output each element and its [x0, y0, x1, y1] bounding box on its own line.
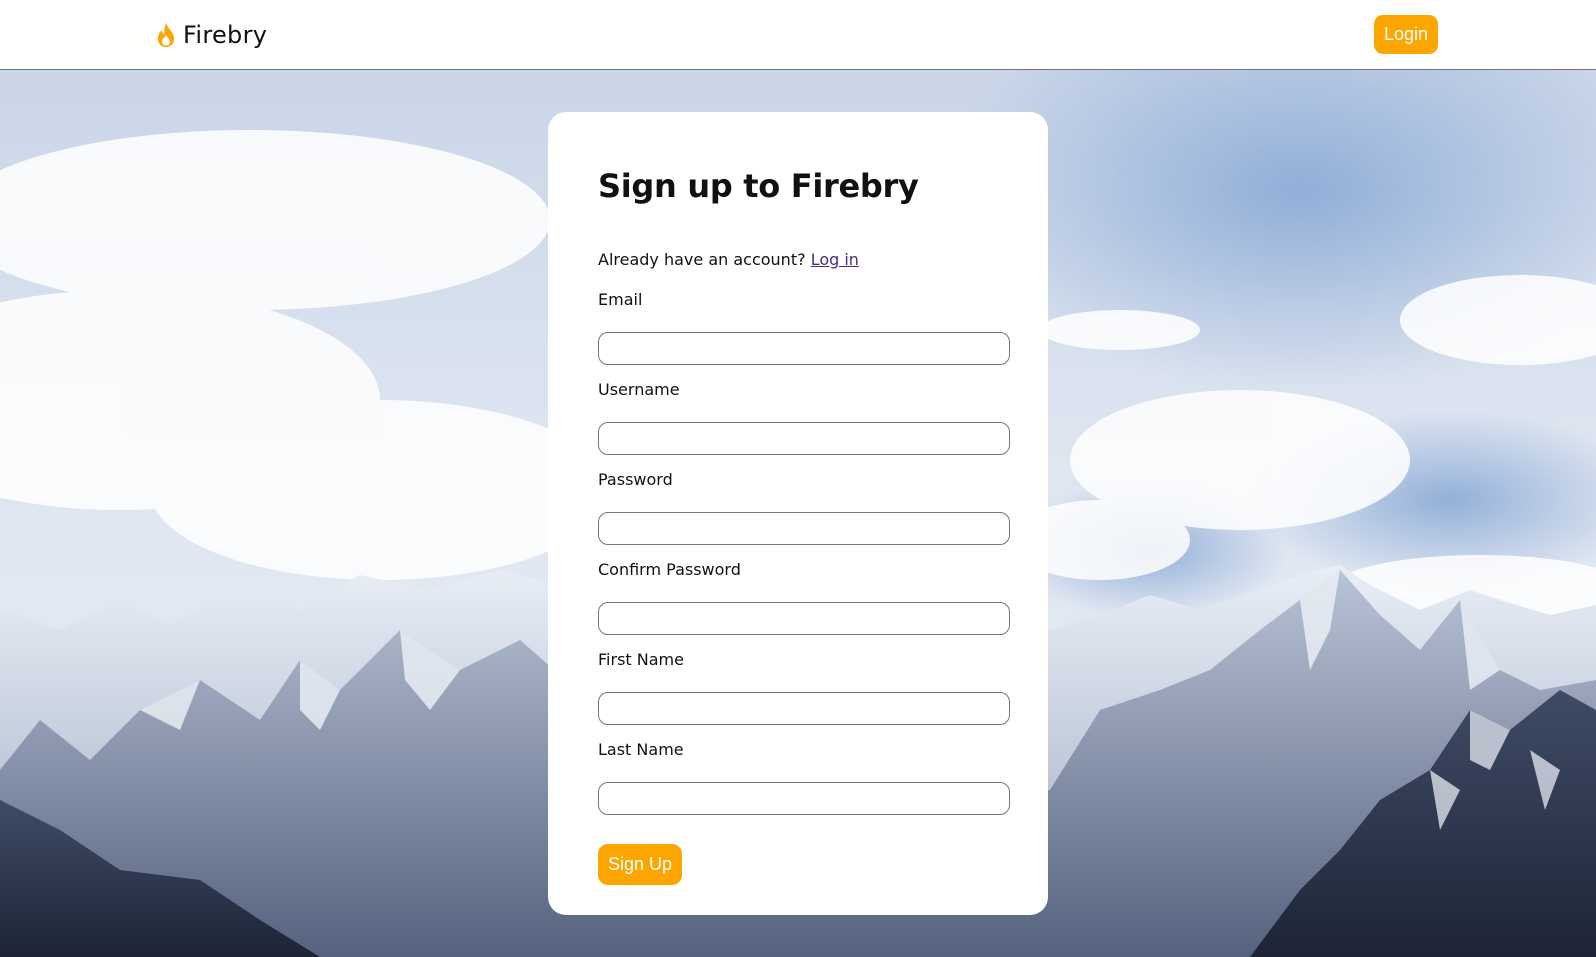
top-navbar: Firebry Login [0, 0, 1596, 70]
username-label: Username [598, 380, 680, 399]
login-prompt: Already have an account? Log in [598, 250, 859, 269]
email-label: Email [598, 290, 643, 309]
confirm-password-label: Confirm Password [598, 560, 741, 579]
page-title: Sign up to Firebry [598, 167, 919, 205]
confirm-password-field[interactable] [598, 602, 1010, 635]
login-button[interactable]: Login [1374, 15, 1438, 54]
brand-logo[interactable]: Firebry [155, 19, 267, 51]
password-field[interactable] [598, 512, 1010, 545]
username-field[interactable] [598, 422, 1010, 455]
login-link[interactable]: Log in [811, 250, 859, 269]
password-label: Password [598, 470, 673, 489]
last-name-field[interactable] [598, 782, 1010, 815]
signup-card: Sign up to Firebry Already have an accou… [548, 112, 1048, 915]
login-prompt-text: Already have an account? [598, 250, 806, 269]
email-field[interactable] [598, 332, 1010, 365]
brand-name: Firebry [183, 21, 268, 49]
first-name-field[interactable] [598, 692, 1010, 725]
last-name-label: Last Name [598, 740, 684, 759]
sign-up-button[interactable]: Sign Up [598, 844, 682, 885]
flame-icon [157, 23, 175, 47]
first-name-label: First Name [598, 650, 684, 669]
